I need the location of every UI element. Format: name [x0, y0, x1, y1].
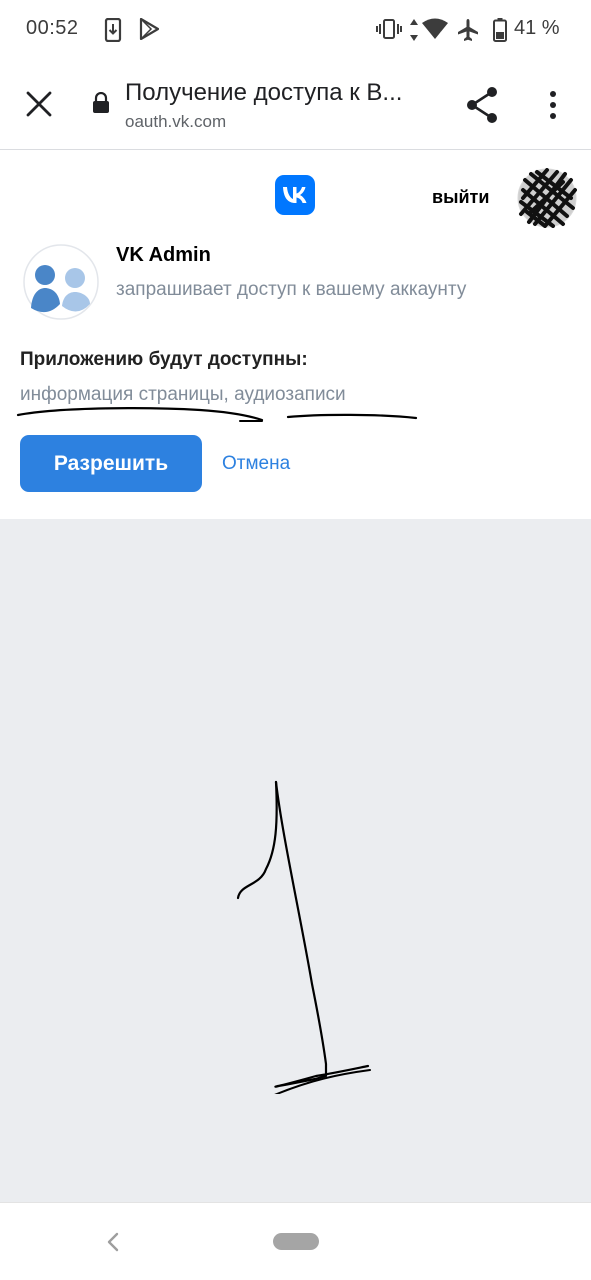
home-button[interactable]: [273, 1233, 319, 1250]
play-store-icon: [139, 17, 160, 46]
data-arrows-icon: [408, 18, 420, 48]
share-icon[interactable]: [464, 86, 500, 129]
handwritten-underline: [16, 407, 418, 422]
browser-toolbar: Получение доступа к В... oauth.vk.com: [0, 60, 591, 150]
svg-text:4: 4: [438, 30, 443, 40]
allow-button-label: Разрешить: [53, 451, 169, 475]
lock-icon: [92, 91, 110, 119]
app-users-icon: [23, 244, 99, 325]
airplane-icon: [457, 18, 479, 48]
vk-logo-icon: [275, 175, 315, 220]
battery-percent: 41 %: [514, 17, 560, 39]
user-avatar[interactable]: [517, 168, 577, 233]
url-domain[interactable]: oauth.vk.com: [125, 112, 226, 132]
download-icon: [104, 17, 122, 48]
close-icon[interactable]: [25, 90, 53, 123]
system-nav-bar: [0, 1202, 591, 1280]
empty-area: [0, 519, 591, 1202]
cancel-button[interactable]: Отмена: [222, 453, 290, 475]
allow-button[interactable]: Разрешить: [20, 435, 202, 492]
more-vert-icon[interactable]: [548, 90, 558, 125]
oauth-content: выйти VK Admin запрашивает доступ к ваше…: [0, 151, 591, 519]
wifi-icon: 4: [421, 18, 449, 46]
status-bar: 00:52 4 41 %: [0, 0, 591, 60]
app-description: запрашивает доступ к вашему аккаунту: [116, 279, 467, 300]
permissions-title: Приложению будут доступны:: [20, 349, 308, 370]
status-time: 00:52: [26, 17, 79, 39]
handwritten-number-1: [236, 780, 371, 1094]
vibrate-icon: [376, 18, 402, 46]
app-name: VK Admin: [116, 244, 211, 266]
logout-button[interactable]: выйти: [432, 187, 489, 208]
page-title[interactable]: Получение доступа к В...: [125, 79, 435, 107]
battery-icon: [493, 18, 507, 48]
back-icon[interactable]: [106, 1232, 120, 1257]
